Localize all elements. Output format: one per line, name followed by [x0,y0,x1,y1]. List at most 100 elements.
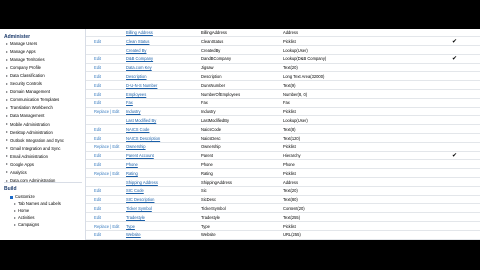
sidebar-item[interactable]: Google Apps [6,162,34,167]
row-actions[interactable]: Edit [94,126,101,134]
expand-arrow-icon[interactable] [6,74,8,77]
expand-arrow-icon[interactable] [6,58,8,61]
field-label-link[interactable]: SIC Code [126,187,144,195]
sidebar-item-label: Gmail Integration and Sync [10,145,61,151]
expand-arrow-icon[interactable] [6,66,8,69]
sidebar-item[interactable]: Mobile Administration [6,122,50,127]
field-label-link[interactable]: Employees [126,91,146,99]
expand-arrow-icon[interactable] [6,123,8,126]
field-label-link[interactable]: Industry [126,108,141,116]
field-data-type: Long Text Area(32000) [283,74,325,79]
administer-heading: Administer [4,34,31,40]
row-actions[interactable]: Edit [94,231,101,239]
sidebar-item[interactable]: Company Profile [6,65,41,70]
row-actions[interactable]: Edit [94,152,101,160]
field-label-link[interactable]: Phone [126,161,138,169]
field-label-link[interactable]: Billing Address [126,29,153,37]
field-label-link[interactable]: Type [126,223,135,231]
sidebar-subitem[interactable]: Tab Names and Labels [14,201,61,208]
field-label-link[interactable]: D&B Company [126,55,153,63]
row-actions[interactable]: Replace | Edit [94,170,119,178]
expand-arrow-icon[interactable] [6,171,8,174]
expand-arrow-icon[interactable] [14,224,16,227]
field-label-link[interactable]: Parent Account [126,152,154,160]
field-label-link[interactable]: Ticker Symbol [126,205,152,213]
field-label-link[interactable]: Description [126,73,146,81]
row-actions[interactable]: Edit [94,64,101,72]
expand-arrow-icon[interactable] [14,217,16,220]
sidebar-item[interactable]: Analytics [6,170,27,175]
field-label-link[interactable]: Created By [126,47,146,55]
field-data-type: Number(8, 0) [283,91,308,97]
sidebar-item[interactable]: Data Classification [6,73,45,78]
field-label-link[interactable]: Ownership [126,143,146,151]
sidebar-divider [4,182,82,183]
expand-arrow-icon[interactable] [6,82,8,85]
row-actions[interactable]: Edit [94,135,101,143]
expand-arrow-icon[interactable] [6,163,8,166]
field-data-type: Content(20) [283,206,305,211]
sidebar-item[interactable]: Manage Users [6,41,37,46]
sidebar-item[interactable]: Outlook Integration and Sync [6,138,64,143]
expand-arrow-icon[interactable] [6,155,8,158]
row-actions[interactable]: Edit [94,187,101,195]
sidebar-item[interactable]: Domain Management [6,89,50,94]
row-actions[interactable]: Edit [94,73,101,81]
sidebar-item[interactable]: Manage Apps [6,49,36,54]
field-label-link[interactable]: Last Modified By [126,117,156,125]
expand-arrow-icon[interactable] [14,203,16,206]
expand-arrow-icon[interactable] [6,42,8,45]
sidebar-item-customize[interactable]: Customize [10,194,35,201]
sidebar-item[interactable]: Manage Territories [6,57,45,62]
sidebar-subitem[interactable]: Activities [14,215,35,222]
sidebar-item[interactable]: Desktop Administration [6,130,53,135]
collapse-icon[interactable] [10,195,13,199]
sidebar-item[interactable]: Data Management [6,113,44,118]
row-actions[interactable]: Edit [94,214,101,222]
expand-arrow-icon[interactable] [6,90,8,93]
field-api-name: NaicsDesc [201,135,221,141]
field-label-link[interactable]: SIC Description [126,196,154,204]
row-actions[interactable]: Edit [94,99,101,107]
row-actions[interactable]: Edit [94,205,101,213]
row-actions[interactable]: Edit [94,38,101,46]
field-label-link[interactable]: NAICS Code [126,126,149,134]
sidebar-item[interactable]: Gmail Integration and Sync [6,146,61,151]
row-actions[interactable]: Replace | Edit [94,143,119,151]
field-label-link[interactable]: Rating [126,170,138,178]
row-actions[interactable]: Replace | Edit [94,108,119,116]
row-actions[interactable]: Edit [94,196,101,204]
field-label-link[interactable]: Fax [126,99,133,107]
expand-arrow-icon[interactable] [6,107,8,110]
field-label-link[interactable]: NAICS Description [126,135,160,143]
sidebar-item-label: Manage Territories [10,57,45,63]
row-actions[interactable]: Edit [94,91,101,99]
row-actions[interactable]: Edit [94,161,101,169]
expand-arrow-icon[interactable] [6,115,8,118]
expand-arrow-icon[interactable] [6,139,8,142]
field-label-link[interactable]: Data.com Key [126,64,152,72]
sidebar-item[interactable]: Communication Templates [6,97,59,102]
row-actions[interactable]: Edit [94,82,101,90]
sidebar-item[interactable]: Translation Workbench [6,105,53,110]
table-row: Edit Fax Fax Fax [86,99,480,108]
sidebar-item[interactable]: Email Administration [6,154,48,159]
field-data-type: Phone [283,162,295,167]
field-label-link[interactable]: Clean Status [126,38,149,46]
field-label-link[interactable]: D-U-N-S Number [126,82,157,90]
expand-arrow-icon[interactable] [6,50,8,53]
field-label-link[interactable]: Website [126,231,141,239]
expand-arrow-icon[interactable] [6,99,8,102]
row-actions[interactable]: Edit [94,55,101,63]
sidebar-item[interactable]: Security Controls [6,81,42,86]
expand-arrow-icon[interactable] [14,210,16,213]
expand-arrow-icon[interactable] [6,131,8,134]
sidebar-subitem[interactable]: Home [14,208,29,215]
field-api-name: BillingAddress [201,30,227,35]
expand-arrow-icon[interactable] [6,147,8,150]
field-label-link[interactable]: Shipping Address [126,179,158,187]
controlling-check-icon: ✔ [452,38,458,45]
row-actions[interactable]: Replace | Edit [94,223,119,231]
field-label-link[interactable]: Tradestyle [126,214,145,222]
sidebar-subitem[interactable]: Campaigns [14,222,39,229]
